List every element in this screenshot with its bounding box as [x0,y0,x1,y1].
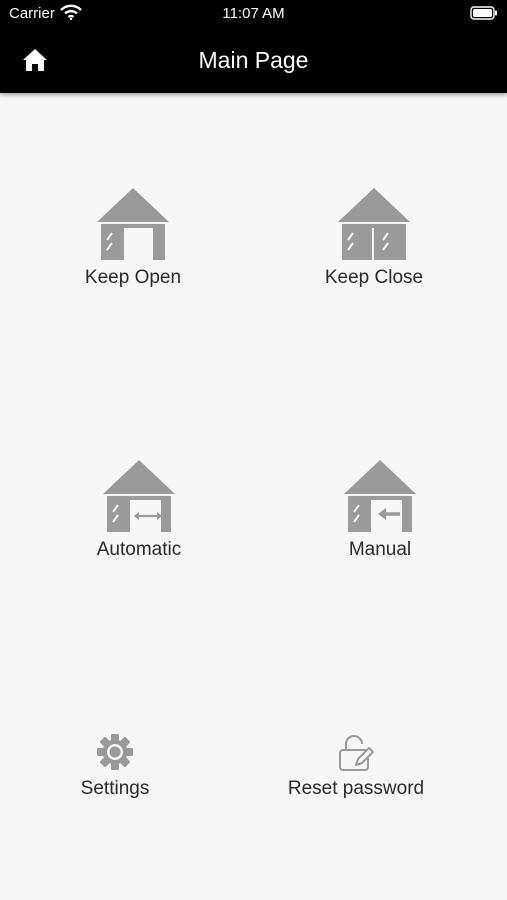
manual-button[interactable]: Manual [290,458,470,561]
keep-close-label: Keep Close [324,267,424,288]
keep-close-button[interactable]: Keep Close [284,186,464,289]
lock-edit-icon [339,735,374,771]
page-title: Main Page [198,47,309,73]
top-bar: Carrier 11:07 AM Main Page [0,0,507,93]
battery-icon [470,6,497,20]
automatic-button[interactable]: Automatic [49,458,229,561]
automatic-label: Automatic [96,539,182,560]
keep-open-label: Keep Open [84,267,182,288]
clock-time: 11:07 AM [222,5,285,22]
settings-label: Settings [80,778,150,799]
reset-password-button[interactable]: Reset password [266,732,446,800]
garage-closed-icon [338,188,410,260]
reset-password-label: Reset password [287,778,425,799]
gear-icon [97,734,133,770]
garage-open-icon [97,188,169,260]
manual-label: Manual [348,539,412,560]
garage-manual-icon [344,460,416,532]
settings-button[interactable]: Settings [25,732,205,800]
garage-automatic-icon [103,460,175,532]
keep-open-button[interactable]: Keep Open [43,186,223,289]
